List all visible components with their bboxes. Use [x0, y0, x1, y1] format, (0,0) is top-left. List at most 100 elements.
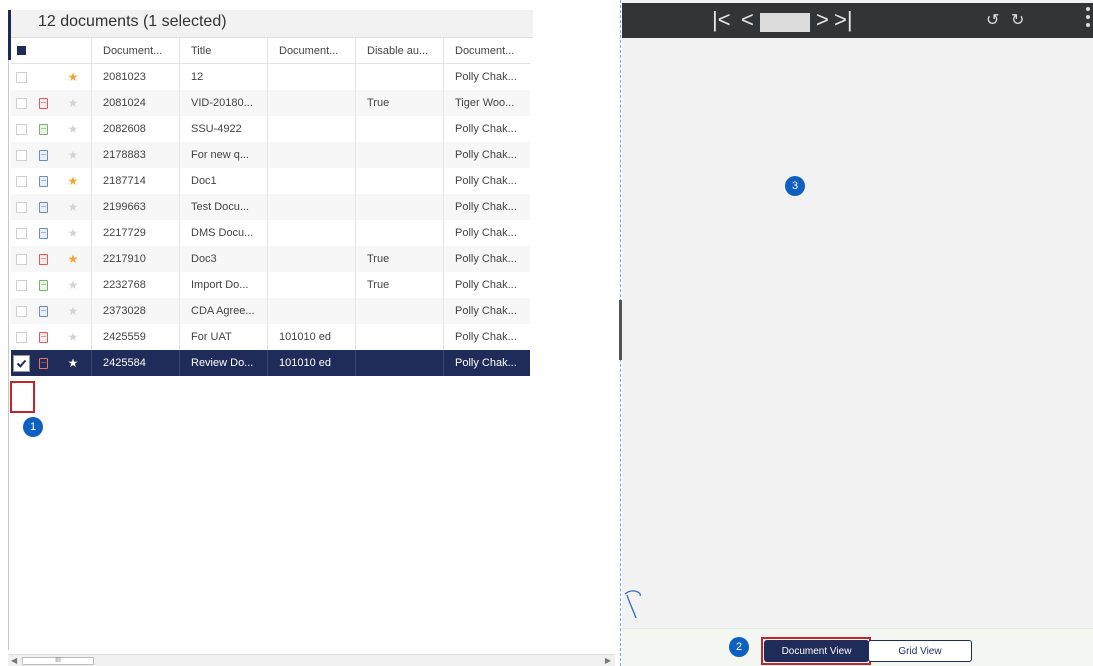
- favorite-star-icon[interactable]: ★: [55, 194, 91, 220]
- disable-auto-cell: True: [355, 246, 443, 272]
- last-page-button[interactable]: >|: [834, 6, 853, 34]
- scroll-right-icon[interactable]: ▶: [605, 656, 611, 665]
- favorite-star-icon[interactable]: ★: [55, 90, 91, 116]
- favorite-star-icon[interactable]: ★: [55, 142, 91, 168]
- document-viewer: |< < > >| ↺ ↻ 3 2 Document View Grid Vie…: [622, 0, 1093, 666]
- favorite-star-icon[interactable]: ★: [55, 350, 91, 376]
- row-checkbox[interactable]: [11, 116, 31, 142]
- document-owner-cell: Polly Chak...: [443, 324, 530, 350]
- row-checkbox[interactable]: [11, 64, 31, 90]
- row-checkbox[interactable]: [11, 142, 31, 168]
- table-row[interactable]: ★ 2425559 For UAT 101010 ed Polly Chak...: [11, 324, 530, 350]
- title-cell: For UAT: [179, 324, 267, 350]
- first-page-button[interactable]: |<: [712, 6, 731, 34]
- document-cell: [267, 298, 355, 324]
- disable-auto-cell: [355, 194, 443, 220]
- favorite-star-icon[interactable]: ★: [55, 64, 91, 90]
- next-page-button[interactable]: >: [816, 6, 829, 34]
- document-id-cell: 2082608: [91, 116, 179, 142]
- title-cell: Doc3: [179, 246, 267, 272]
- document-owner-cell: Tiger Woo...: [443, 90, 530, 116]
- disable-auto-cell: [355, 168, 443, 194]
- favorite-star-icon[interactable]: ★: [55, 220, 91, 246]
- table-row[interactable]: ★ 2081024 VID-20180... True Tiger Woo...: [11, 90, 530, 116]
- more-options-icon[interactable]: [1086, 7, 1091, 31]
- document-id-cell: 2232768: [91, 272, 179, 298]
- row-checkbox[interactable]: [11, 298, 31, 324]
- list-header: 12 documents (1 selected): [11, 10, 533, 38]
- panel-left-border: [8, 60, 9, 650]
- word-file-icon: [31, 168, 55, 194]
- table-row[interactable]: ★ 2425584 Review Do... 101010 ed Polly Chak.…: [11, 350, 530, 376]
- document-cell: 101010 ed: [267, 324, 355, 350]
- table-row[interactable]: ★ 2373028 CDA Agree... Polly Chak...: [11, 298, 530, 324]
- document-id-cell: 2217729: [91, 220, 179, 246]
- header-type-column: [31, 38, 55, 63]
- table-row[interactable]: ★ 2199663 Test Docu... Polly Chak...: [11, 194, 530, 220]
- table-row[interactable]: ★ 2081023 12 Polly Chak...: [11, 64, 530, 90]
- document-owner-cell: Polly Chak...: [443, 64, 530, 90]
- pdf-file-icon: [31, 324, 55, 350]
- table-row[interactable]: ★ 2217910 Doc3 True Polly Chak...: [11, 246, 530, 272]
- table-row[interactable]: ★ 2082608 SSU-4922 Polly Chak...: [11, 116, 530, 142]
- pdf-file-icon: [31, 350, 55, 376]
- table-row[interactable]: ★ 2178883 For new q... Polly Chak...: [11, 142, 530, 168]
- title-cell: SSU-4922: [179, 116, 267, 142]
- document-cell: [267, 220, 355, 246]
- page-number-input[interactable]: [760, 13, 810, 32]
- title-cell: 12: [179, 64, 267, 90]
- document-cell: [267, 246, 355, 272]
- favorite-star-icon[interactable]: ★: [55, 168, 91, 194]
- row-checkbox[interactable]: [11, 350, 31, 376]
- document-count-label: 12 documents (1 selected): [38, 13, 227, 30]
- row-checkbox[interactable]: [11, 324, 31, 350]
- document-id-cell: 2081024: [91, 90, 179, 116]
- document-cell: [267, 116, 355, 142]
- favorite-star-icon[interactable]: ★: [55, 246, 91, 272]
- document-id-cell: 2187714: [91, 168, 179, 194]
- document-list-panel: 12 documents (1 selected) Document... Ti…: [0, 0, 622, 666]
- step-badge-1: 1: [23, 417, 43, 437]
- column-header-document-owner[interactable]: Document...: [443, 38, 530, 63]
- table-row[interactable]: ★ 2187714 Doc1 Polly Chak...: [11, 168, 530, 194]
- row-checkbox[interactable]: [11, 168, 31, 194]
- rotate-right-icon[interactable]: ↻: [1011, 10, 1024, 30]
- rotate-left-icon[interactable]: ↺: [986, 10, 999, 30]
- favorite-star-icon[interactable]: ★: [55, 324, 91, 350]
- title-cell: Import Do...: [179, 272, 267, 298]
- select-all-checkbox[interactable]: [11, 38, 31, 63]
- disable-auto-cell: [355, 324, 443, 350]
- grid-body: ★ 2081023 12 Polly Chak... ★ 2081024 VID-20180…: [11, 64, 530, 376]
- table-row[interactable]: ★ 2232768 Import Do... True Polly Chak...: [11, 272, 530, 298]
- horizontal-scrollbar[interactable]: ◀ III ▶: [8, 654, 615, 666]
- document-view-button[interactable]: Document View: [764, 640, 869, 662]
- disable-auto-cell: True: [355, 272, 443, 298]
- document-owner-cell: Polly Chak...: [443, 350, 530, 376]
- favorite-star-icon[interactable]: ★: [55, 298, 91, 324]
- favorite-star-icon[interactable]: ★: [55, 116, 91, 142]
- favorite-star-icon[interactable]: ★: [55, 272, 91, 298]
- document-id-cell: 2081023: [91, 64, 179, 90]
- grid-view-button[interactable]: Grid View: [868, 640, 972, 662]
- row-checkbox[interactable]: [11, 272, 31, 298]
- document-cell: 101010 ed: [267, 350, 355, 376]
- scrollbar-thumb[interactable]: III: [22, 657, 94, 665]
- row-checkbox[interactable]: [11, 90, 31, 116]
- document-id-cell: 2425584: [91, 350, 179, 376]
- column-header-title[interactable]: Title: [179, 38, 267, 63]
- row-checkbox[interactable]: [11, 246, 31, 272]
- row-checkbox[interactable]: [11, 220, 31, 246]
- column-header-disable-auto[interactable]: Disable au...: [355, 38, 443, 63]
- document-owner-cell: Polly Chak...: [443, 168, 530, 194]
- column-header-document[interactable]: Document...: [267, 38, 355, 63]
- previous-page-button[interactable]: <: [741, 6, 754, 34]
- checkmark-icon[interactable]: [12, 354, 30, 372]
- pdf-file-icon: [31, 90, 55, 116]
- disable-auto-cell: [355, 350, 443, 376]
- scroll-left-icon[interactable]: ◀: [11, 656, 17, 665]
- img-file-icon: [31, 116, 55, 142]
- table-row[interactable]: ★ 2217729 DMS Docu... Polly Chak...: [11, 220, 530, 246]
- row-checkbox[interactable]: [11, 194, 31, 220]
- column-header-document-id[interactable]: Document...: [91, 38, 179, 63]
- document-cell: [267, 142, 355, 168]
